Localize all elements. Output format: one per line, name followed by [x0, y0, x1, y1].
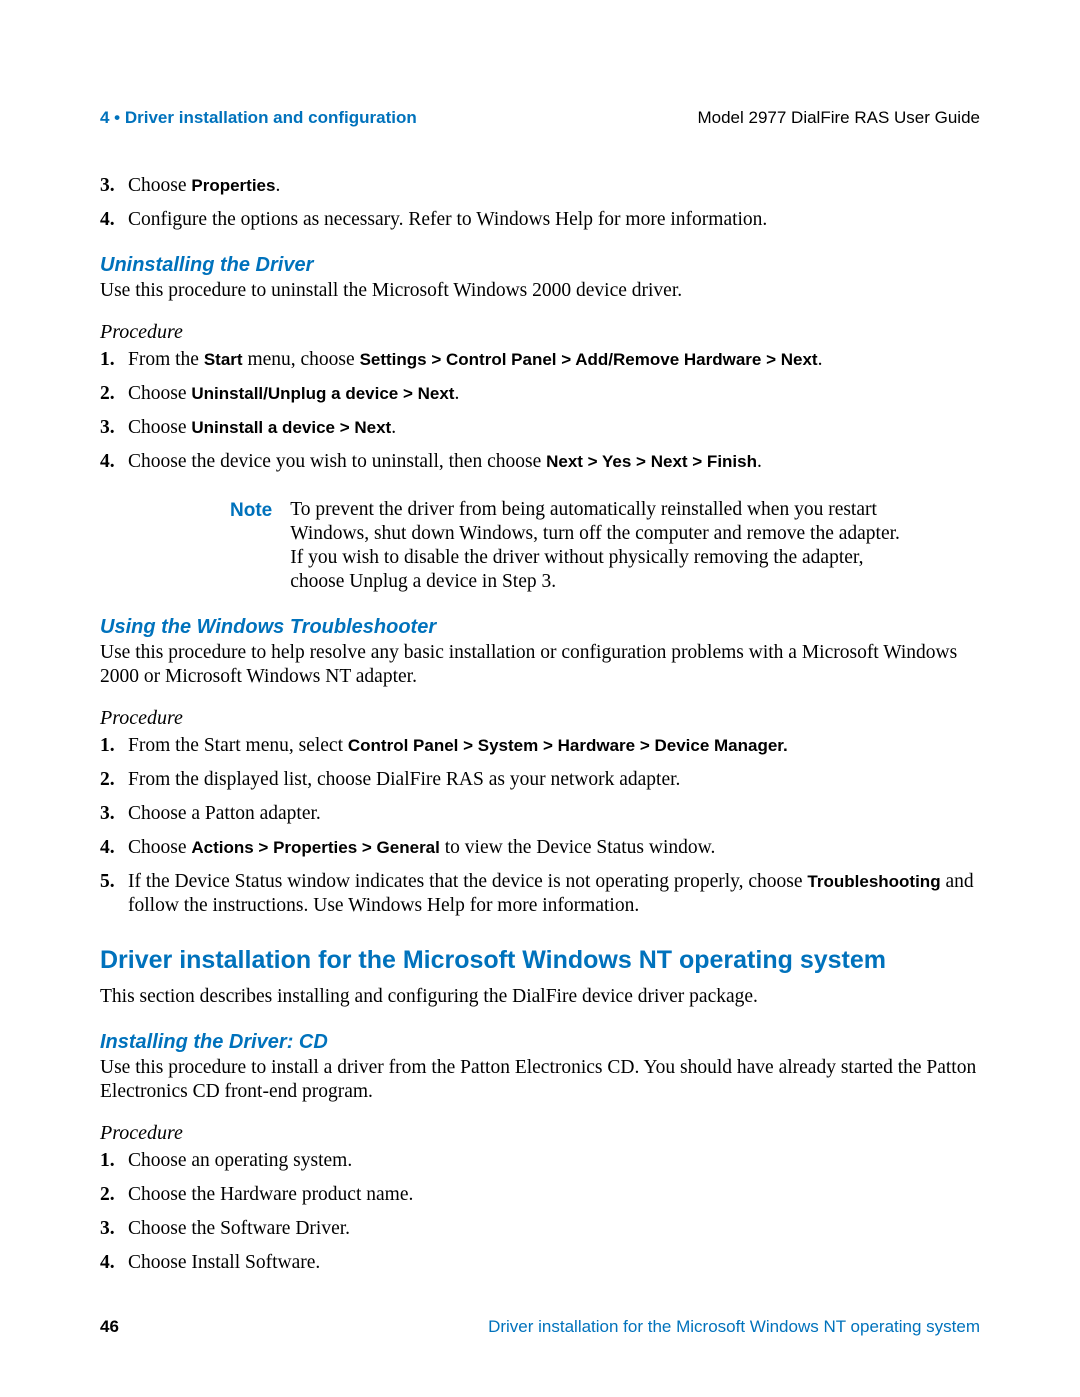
- note-block: Note To prevent the driver from being au…: [230, 498, 980, 594]
- step-body: Choose an operating system.: [128, 1149, 980, 1173]
- step-body: Choose the device you wish to uninstall,…: [128, 450, 980, 474]
- note-body: To prevent the driver from being automat…: [290, 498, 980, 594]
- list-item: 3. Choose Properties.: [100, 174, 980, 198]
- step-body: Choose the Hardware product name.: [128, 1183, 980, 1207]
- step-number: 4.: [100, 1251, 128, 1275]
- step-number: 4.: [100, 208, 128, 232]
- step-number: 2.: [100, 382, 128, 406]
- step-number: 4.: [100, 836, 128, 860]
- heading-troubleshooter: Using the Windows Troubleshooter: [100, 616, 980, 639]
- step-body: Choose Actions > Properties > General to…: [128, 836, 980, 860]
- paragraph: Use this procedure to uninstall the Micr…: [100, 279, 980, 303]
- step-body: Configure the options as necessary. Refe…: [128, 208, 980, 232]
- list-item: 2. From the displayed list, choose DialF…: [100, 768, 980, 792]
- step-number: 2.: [100, 1183, 128, 1207]
- paragraph: This section describes installing and co…: [100, 985, 980, 1009]
- step-body: Choose Install Software.: [128, 1251, 980, 1275]
- step-number: 3.: [100, 1217, 128, 1241]
- step-body: Choose a Patton adapter.: [128, 802, 980, 826]
- heading-nt-install: Driver installation for the Microsoft Wi…: [100, 946, 980, 975]
- step-number: 2.: [100, 768, 128, 792]
- step-number: 4.: [100, 450, 128, 474]
- list-item: 3. Choose the Software Driver.: [100, 1217, 980, 1241]
- continued-steps: 3. Choose Properties. 4. Configure the o…: [100, 174, 980, 232]
- step-number: 3.: [100, 416, 128, 440]
- list-item: 4. Choose Install Software.: [100, 1251, 980, 1275]
- step-number: 3.: [100, 174, 128, 198]
- step-body: Choose the Software Driver.: [128, 1217, 980, 1241]
- page-footer: 46 Driver installation for the Microsoft…: [100, 1317, 980, 1337]
- step-body: If the Device Status window indicates th…: [128, 870, 980, 918]
- note-label: Note: [230, 498, 272, 594]
- install-cd-steps: 1. Choose an operating system. 2. Choose…: [100, 1149, 980, 1275]
- step-body: From the displayed list, choose DialFire…: [128, 768, 980, 792]
- list-item: 4. Choose the device you wish to uninsta…: [100, 450, 980, 474]
- step-body: From the Start menu, select Control Pane…: [128, 734, 980, 758]
- step-body: From the Start menu, choose Settings > C…: [128, 348, 980, 372]
- heading-install-cd: Installing the Driver: CD: [100, 1031, 980, 1054]
- document-page: 4 • Driver installation and configuratio…: [0, 0, 1080, 1397]
- list-item: 1. From the Start menu, select Control P…: [100, 734, 980, 758]
- header-guide-title: Model 2977 DialFire RAS User Guide: [697, 108, 980, 128]
- step-number: 3.: [100, 802, 128, 826]
- heading-procedure: Procedure: [100, 1122, 980, 1145]
- step-number: 1.: [100, 734, 128, 758]
- paragraph: Use this procedure to install a driver f…: [100, 1056, 980, 1104]
- troubleshoot-steps: 1. From the Start menu, select Control P…: [100, 734, 980, 918]
- step-number: 5.: [100, 870, 128, 918]
- list-item: 4. Configure the options as necessary. R…: [100, 208, 980, 232]
- step-body: Choose Uninstall a device > Next.: [128, 416, 980, 440]
- footer-section-title: Driver installation for the Microsoft Wi…: [488, 1317, 980, 1337]
- step-number: 1.: [100, 1149, 128, 1173]
- page-header: 4 • Driver installation and configuratio…: [100, 108, 980, 128]
- list-item: 2. Choose the Hardware product name.: [100, 1183, 980, 1207]
- step-body: Choose Uninstall/Unplug a device > Next.: [128, 382, 980, 406]
- step-body: Choose Properties.: [128, 174, 980, 198]
- list-item: 4. Choose Actions > Properties > General…: [100, 836, 980, 860]
- heading-uninstalling: Uninstalling the Driver: [100, 254, 980, 277]
- list-item: 3. Choose a Patton adapter.: [100, 802, 980, 826]
- uninstall-steps: 1. From the Start menu, choose Settings …: [100, 348, 980, 474]
- paragraph: Use this procedure to help resolve any b…: [100, 641, 980, 689]
- list-item: 5. If the Device Status window indicates…: [100, 870, 980, 918]
- page-number: 46: [100, 1317, 119, 1337]
- heading-procedure: Procedure: [100, 707, 980, 730]
- heading-procedure: Procedure: [100, 321, 980, 344]
- list-item: 2. Choose Uninstall/Unplug a device > Ne…: [100, 382, 980, 406]
- header-chapter: 4 • Driver installation and configuratio…: [100, 108, 417, 128]
- list-item: 1. Choose an operating system.: [100, 1149, 980, 1173]
- step-number: 1.: [100, 348, 128, 372]
- list-item: 3. Choose Uninstall a device > Next.: [100, 416, 980, 440]
- list-item: 1. From the Start menu, choose Settings …: [100, 348, 980, 372]
